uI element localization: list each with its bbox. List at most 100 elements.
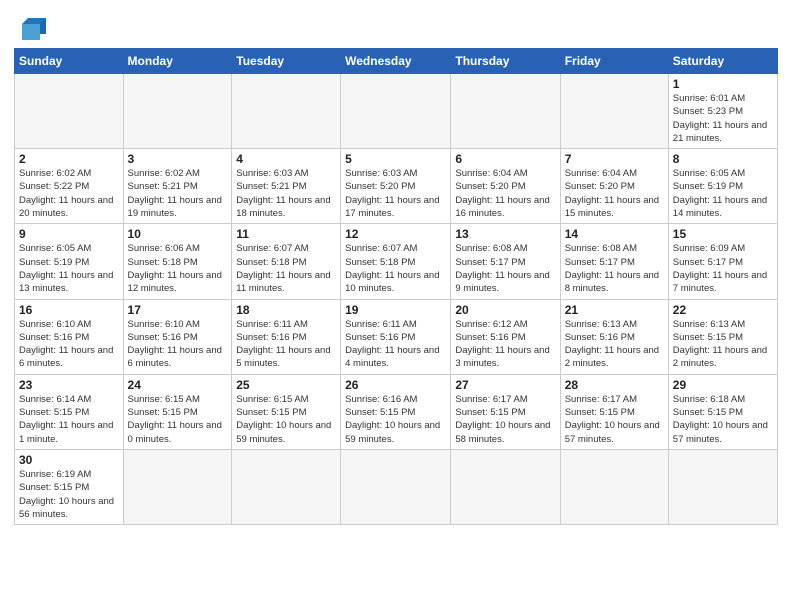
calendar-cell: 1Sunrise: 6:01 AM Sunset: 5:23 PM Daylig…	[668, 74, 777, 149]
weekday-header-saturday: Saturday	[668, 49, 777, 74]
calendar-cell: 19Sunrise: 6:11 AM Sunset: 5:16 PM Dayli…	[341, 299, 451, 374]
calendar-cell	[560, 74, 668, 149]
day-number: 21	[565, 303, 664, 317]
day-info: Sunrise: 6:01 AM Sunset: 5:23 PM Dayligh…	[673, 92, 773, 145]
calendar-cell	[341, 74, 451, 149]
day-info: Sunrise: 6:07 AM Sunset: 5:18 PM Dayligh…	[345, 242, 446, 295]
calendar: SundayMondayTuesdayWednesdayThursdayFrid…	[14, 48, 778, 525]
day-number: 11	[236, 227, 336, 241]
calendar-cell	[232, 449, 341, 524]
day-number: 25	[236, 378, 336, 392]
day-number: 26	[345, 378, 446, 392]
day-number: 3	[128, 152, 228, 166]
day-info: Sunrise: 6:08 AM Sunset: 5:17 PM Dayligh…	[455, 242, 555, 295]
calendar-cell: 10Sunrise: 6:06 AM Sunset: 5:18 PM Dayli…	[123, 224, 232, 299]
calendar-cell: 12Sunrise: 6:07 AM Sunset: 5:18 PM Dayli…	[341, 224, 451, 299]
day-number: 14	[565, 227, 664, 241]
day-info: Sunrise: 6:05 AM Sunset: 5:19 PM Dayligh…	[19, 242, 119, 295]
day-number: 6	[455, 152, 555, 166]
calendar-cell: 14Sunrise: 6:08 AM Sunset: 5:17 PM Dayli…	[560, 224, 668, 299]
page: SundayMondayTuesdayWednesdayThursdayFrid…	[0, 0, 792, 612]
calendar-cell: 24Sunrise: 6:15 AM Sunset: 5:15 PM Dayli…	[123, 374, 232, 449]
calendar-cell: 25Sunrise: 6:15 AM Sunset: 5:15 PM Dayli…	[232, 374, 341, 449]
day-info: Sunrise: 6:15 AM Sunset: 5:15 PM Dayligh…	[128, 393, 228, 446]
weekday-header-tuesday: Tuesday	[232, 49, 341, 74]
calendar-cell: 27Sunrise: 6:17 AM Sunset: 5:15 PM Dayli…	[451, 374, 560, 449]
day-number: 23	[19, 378, 119, 392]
day-info: Sunrise: 6:03 AM Sunset: 5:20 PM Dayligh…	[345, 167, 446, 220]
calendar-cell: 3Sunrise: 6:02 AM Sunset: 5:21 PM Daylig…	[123, 149, 232, 224]
day-number: 17	[128, 303, 228, 317]
day-number: 22	[673, 303, 773, 317]
calendar-cell: 5Sunrise: 6:03 AM Sunset: 5:20 PM Daylig…	[341, 149, 451, 224]
calendar-cell: 26Sunrise: 6:16 AM Sunset: 5:15 PM Dayli…	[341, 374, 451, 449]
calendar-week-5: 30Sunrise: 6:19 AM Sunset: 5:15 PM Dayli…	[15, 449, 778, 524]
weekday-header-friday: Friday	[560, 49, 668, 74]
day-info: Sunrise: 6:09 AM Sunset: 5:17 PM Dayligh…	[673, 242, 773, 295]
weekday-header-row: SundayMondayTuesdayWednesdayThursdayFrid…	[15, 49, 778, 74]
day-info: Sunrise: 6:07 AM Sunset: 5:18 PM Dayligh…	[236, 242, 336, 295]
day-info: Sunrise: 6:06 AM Sunset: 5:18 PM Dayligh…	[128, 242, 228, 295]
weekday-header-thursday: Thursday	[451, 49, 560, 74]
day-info: Sunrise: 6:11 AM Sunset: 5:16 PM Dayligh…	[345, 318, 446, 371]
calendar-cell: 9Sunrise: 6:05 AM Sunset: 5:19 PM Daylig…	[15, 224, 124, 299]
day-info: Sunrise: 6:04 AM Sunset: 5:20 PM Dayligh…	[565, 167, 664, 220]
weekday-header-sunday: Sunday	[15, 49, 124, 74]
calendar-cell: 2Sunrise: 6:02 AM Sunset: 5:22 PM Daylig…	[15, 149, 124, 224]
calendar-week-4: 23Sunrise: 6:14 AM Sunset: 5:15 PM Dayli…	[15, 374, 778, 449]
day-number: 27	[455, 378, 555, 392]
calendar-cell: 7Sunrise: 6:04 AM Sunset: 5:20 PM Daylig…	[560, 149, 668, 224]
day-info: Sunrise: 6:14 AM Sunset: 5:15 PM Dayligh…	[19, 393, 119, 446]
day-info: Sunrise: 6:12 AM Sunset: 5:16 PM Dayligh…	[455, 318, 555, 371]
calendar-cell	[15, 74, 124, 149]
header	[14, 10, 778, 42]
calendar-cell: 6Sunrise: 6:04 AM Sunset: 5:20 PM Daylig…	[451, 149, 560, 224]
calendar-cell: 29Sunrise: 6:18 AM Sunset: 5:15 PM Dayli…	[668, 374, 777, 449]
logo	[14, 14, 50, 42]
calendar-week-0: 1Sunrise: 6:01 AM Sunset: 5:23 PM Daylig…	[15, 74, 778, 149]
calendar-cell	[232, 74, 341, 149]
calendar-cell: 15Sunrise: 6:09 AM Sunset: 5:17 PM Dayli…	[668, 224, 777, 299]
day-number: 1	[673, 77, 773, 91]
day-info: Sunrise: 6:08 AM Sunset: 5:17 PM Dayligh…	[565, 242, 664, 295]
day-info: Sunrise: 6:17 AM Sunset: 5:15 PM Dayligh…	[455, 393, 555, 446]
day-number: 28	[565, 378, 664, 392]
day-info: Sunrise: 6:02 AM Sunset: 5:22 PM Dayligh…	[19, 167, 119, 220]
calendar-cell	[451, 74, 560, 149]
calendar-cell: 21Sunrise: 6:13 AM Sunset: 5:16 PM Dayli…	[560, 299, 668, 374]
day-number: 12	[345, 227, 446, 241]
calendar-cell: 4Sunrise: 6:03 AM Sunset: 5:21 PM Daylig…	[232, 149, 341, 224]
calendar-cell: 11Sunrise: 6:07 AM Sunset: 5:18 PM Dayli…	[232, 224, 341, 299]
day-info: Sunrise: 6:15 AM Sunset: 5:15 PM Dayligh…	[236, 393, 336, 446]
calendar-cell: 30Sunrise: 6:19 AM Sunset: 5:15 PM Dayli…	[15, 449, 124, 524]
day-info: Sunrise: 6:11 AM Sunset: 5:16 PM Dayligh…	[236, 318, 336, 371]
calendar-cell	[668, 449, 777, 524]
calendar-week-1: 2Sunrise: 6:02 AM Sunset: 5:22 PM Daylig…	[15, 149, 778, 224]
day-number: 18	[236, 303, 336, 317]
day-info: Sunrise: 6:03 AM Sunset: 5:21 PM Dayligh…	[236, 167, 336, 220]
day-info: Sunrise: 6:13 AM Sunset: 5:15 PM Dayligh…	[673, 318, 773, 371]
day-info: Sunrise: 6:04 AM Sunset: 5:20 PM Dayligh…	[455, 167, 555, 220]
calendar-cell: 17Sunrise: 6:10 AM Sunset: 5:16 PM Dayli…	[123, 299, 232, 374]
calendar-cell	[123, 74, 232, 149]
day-number: 29	[673, 378, 773, 392]
day-number: 15	[673, 227, 773, 241]
calendar-cell: 28Sunrise: 6:17 AM Sunset: 5:15 PM Dayli…	[560, 374, 668, 449]
day-number: 9	[19, 227, 119, 241]
day-number: 13	[455, 227, 555, 241]
calendar-cell: 16Sunrise: 6:10 AM Sunset: 5:16 PM Dayli…	[15, 299, 124, 374]
calendar-cell: 20Sunrise: 6:12 AM Sunset: 5:16 PM Dayli…	[451, 299, 560, 374]
calendar-cell: 8Sunrise: 6:05 AM Sunset: 5:19 PM Daylig…	[668, 149, 777, 224]
day-number: 10	[128, 227, 228, 241]
day-number: 5	[345, 152, 446, 166]
day-number: 24	[128, 378, 228, 392]
day-number: 8	[673, 152, 773, 166]
calendar-cell: 18Sunrise: 6:11 AM Sunset: 5:16 PM Dayli…	[232, 299, 341, 374]
weekday-header-wednesday: Wednesday	[341, 49, 451, 74]
weekday-header-monday: Monday	[123, 49, 232, 74]
day-info: Sunrise: 6:18 AM Sunset: 5:15 PM Dayligh…	[673, 393, 773, 446]
day-info: Sunrise: 6:17 AM Sunset: 5:15 PM Dayligh…	[565, 393, 664, 446]
day-number: 16	[19, 303, 119, 317]
calendar-cell	[451, 449, 560, 524]
calendar-week-3: 16Sunrise: 6:10 AM Sunset: 5:16 PM Dayli…	[15, 299, 778, 374]
